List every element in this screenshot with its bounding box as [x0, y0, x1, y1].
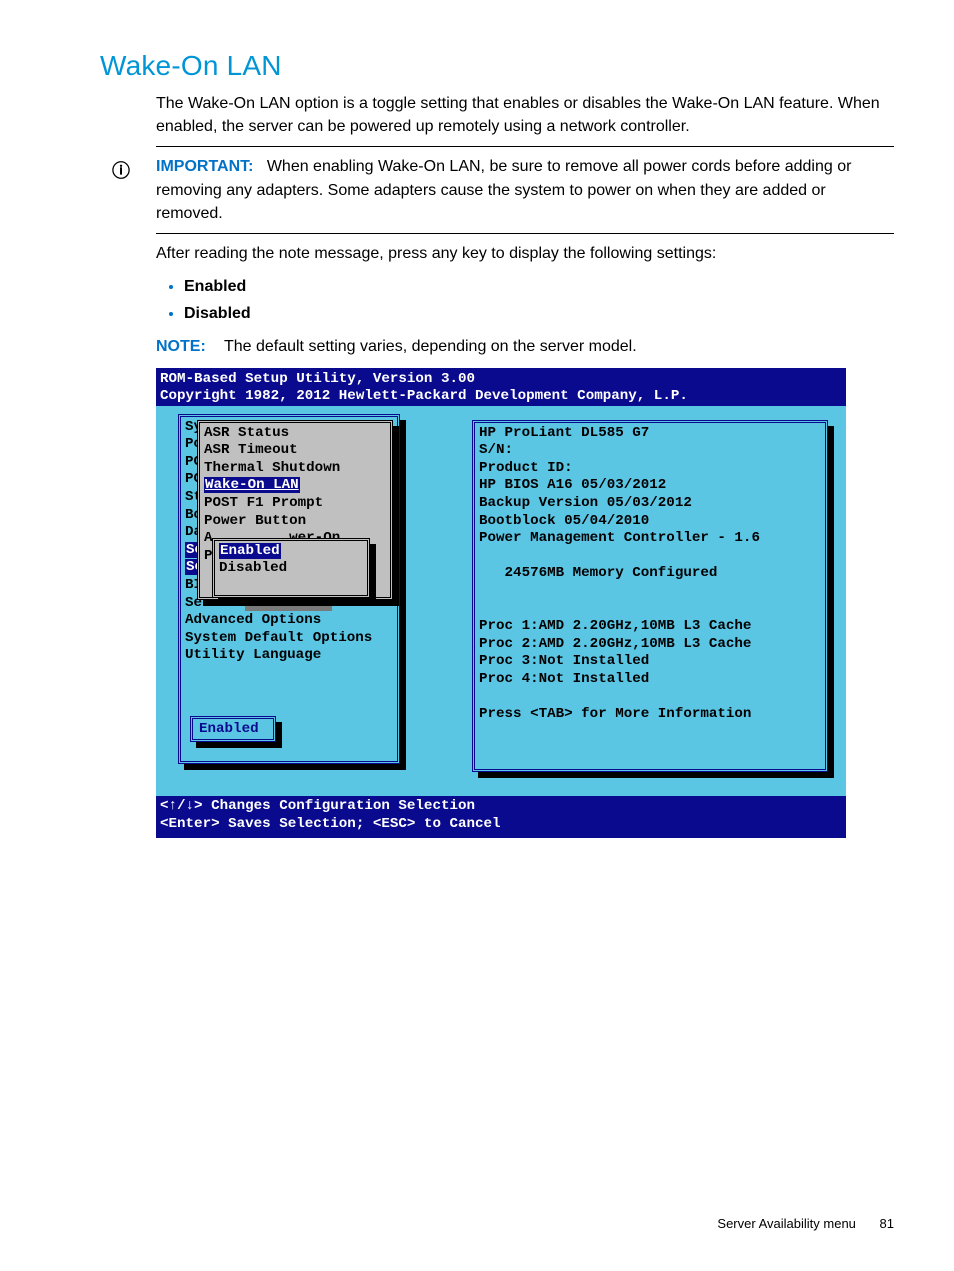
info-line: 24576MB Memory Configured: [479, 565, 821, 583]
submenu-item[interactable]: Power Button: [204, 513, 386, 531]
option-popup: Enabled Disabled: [212, 538, 370, 598]
note-label: NOTE:: [156, 338, 206, 355]
page-footer: Server Availability menu 81: [717, 1216, 894, 1231]
list-item: Enabled: [184, 273, 894, 300]
footer-help1: <↑/↓> Changes Configuration Selection: [160, 798, 475, 814]
after-note-text: After reading the note message, press an…: [156, 242, 894, 265]
info-line: Bootblock 05/04/2010: [479, 513, 821, 531]
popup-option-disabled[interactable]: Disabled: [219, 560, 363, 578]
page-title: Wake-On LAN: [100, 50, 894, 82]
menu-item[interactable]: Advanced Options: [185, 612, 393, 630]
option-disabled: Disabled: [184, 305, 251, 322]
submenu-item[interactable]: ASR Status: [204, 425, 386, 443]
status-box: Enabled: [190, 716, 276, 742]
intro-paragraph: The Wake-On LAN option is a toggle setti…: [156, 92, 894, 138]
info-panel: HP ProLiant DL585 G7 S/N: Product ID: HP…: [472, 420, 828, 772]
info-line: Proc 1:AMD 2.20GHz,10MB L3 Cache: [479, 618, 821, 636]
info-line: Product ID:: [479, 460, 821, 478]
info-line: Power Management Controller - 1.6: [479, 530, 821, 548]
note-line: NOTE: The default setting varies, depend…: [156, 338, 894, 356]
info-line: Proc 4:Not Installed: [479, 671, 821, 689]
popup-option-enabled[interactable]: Enabled: [219, 543, 281, 559]
important-label: IMPORTANT:: [156, 158, 253, 175]
info-line: Proc 2:AMD 2.20GHz,10MB L3 Cache: [479, 636, 821, 654]
important-callout: ⓘ IMPORTANT: When enabling Wake-On LAN, …: [100, 155, 894, 225]
info-line: HP BIOS A16 05/03/2012: [479, 477, 821, 495]
submenu-item[interactable]: ASR Timeout: [204, 442, 386, 460]
submenu-item[interactable]: POST F1 Prompt: [204, 495, 386, 513]
info-line: Proc 3:Not Installed: [479, 653, 821, 671]
bios-body: Sy Po PC PC St Bo Da Se Se BIOS sole & E…: [156, 406, 846, 800]
important-icon: ⓘ: [112, 157, 130, 183]
status-value: Enabled: [199, 721, 259, 737]
divider: [156, 233, 894, 234]
option-enabled: Enabled: [184, 278, 246, 295]
bios-footer: <↑/↓> Changes Configuration Selection <E…: [156, 796, 846, 837]
divider: [156, 146, 894, 147]
bios-screenshot: ROM-Based Setup Utility, Version 3.00 Co…: [156, 368, 846, 838]
footer-page-number: 81: [880, 1216, 894, 1231]
info-line: Press <TAB> for More Information: [479, 706, 821, 724]
info-line: S/N:: [479, 442, 821, 460]
submenu-item-selected[interactable]: Wake-On LAN: [204, 477, 300, 493]
option-list: Enabled Disabled: [156, 273, 894, 327]
list-item: Disabled: [184, 300, 894, 327]
important-text: When enabling Wake-On LAN, be sure to re…: [156, 158, 851, 221]
menu-item[interactable]: System Default Options: [185, 630, 393, 648]
bios-title: ROM-Based Setup Utility, Version 3.00: [160, 371, 475, 387]
bios-header: ROM-Based Setup Utility, Version 3.00 Co…: [156, 368, 846, 409]
note-text: The default setting varies, depending on…: [224, 338, 637, 355]
menu-item[interactable]: Utility Language: [185, 647, 393, 665]
footer-help2: <Enter> Saves Selection; <ESC> to Cancel: [160, 816, 501, 832]
bios-copyright: Copyright 1982, 2012 Hewlett-Packard Dev…: [160, 388, 688, 404]
info-line: Backup Version 05/03/2012: [479, 495, 821, 513]
info-line: HP ProLiant DL585 G7: [479, 425, 821, 443]
footer-section: Server Availability menu: [717, 1216, 856, 1231]
submenu-item[interactable]: Thermal Shutdown: [204, 460, 386, 478]
